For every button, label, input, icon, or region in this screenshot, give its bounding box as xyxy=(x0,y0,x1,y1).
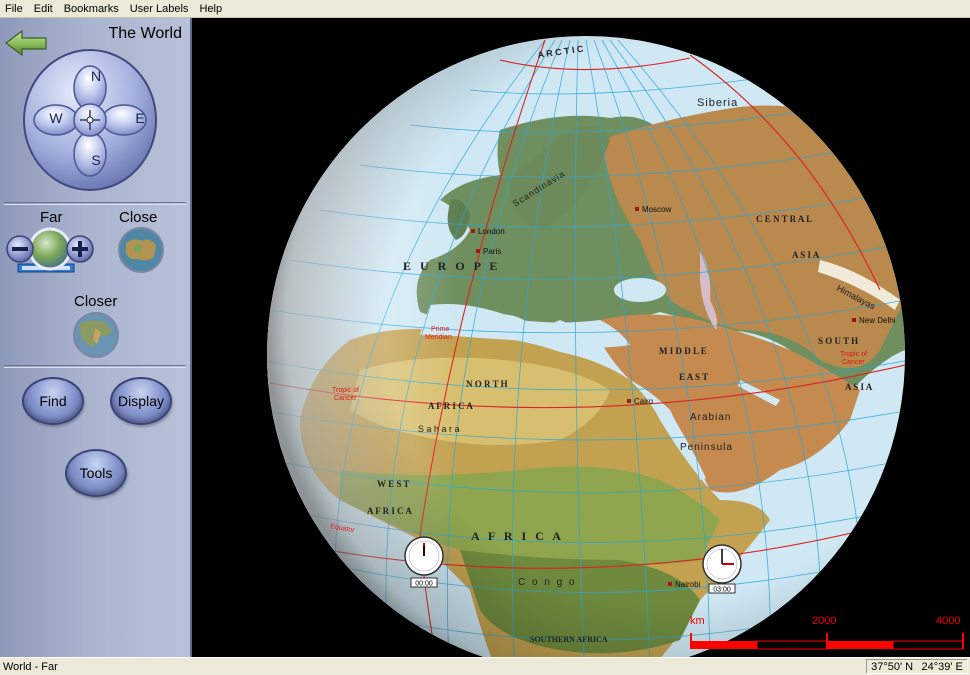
city-label-moscow: Moscow xyxy=(642,205,672,214)
region-label-east: E A S T xyxy=(679,372,708,382)
city-label-london: London xyxy=(478,227,505,236)
menu-help[interactable]: Help xyxy=(194,0,228,18)
compass-north-button[interactable]: N xyxy=(86,68,106,84)
region-label-north-africa: A F R I C A xyxy=(428,401,473,411)
city-label-paris: Paris xyxy=(483,247,501,256)
zoom-far-label: Far xyxy=(40,209,63,226)
status-bar: World - Far 37°50' N 24°39' E xyxy=(0,657,970,675)
compass-south-button[interactable]: S xyxy=(86,152,106,168)
map-thumbnail-icon xyxy=(75,314,117,356)
status-coordinates: 37°50' N 24°39' E xyxy=(866,659,968,674)
region-label-peninsula: Peninsula xyxy=(680,442,733,453)
region-label-southern-africa: SOUTHERN AFRICA xyxy=(530,635,608,644)
label-prime-meridian-1: Prime xyxy=(431,326,449,333)
find-button[interactable]: Find xyxy=(22,377,84,425)
sidebar: The World N S W E Far Close Closer Find … xyxy=(0,18,192,657)
region-label-south: S O U T H xyxy=(818,336,858,346)
clock-right[interactable]: 03:00 xyxy=(702,544,742,594)
clock-left[interactable]: 00:00 xyxy=(404,536,444,588)
label-prime-meridian-2: Meridian xyxy=(425,334,452,341)
region-label-asia: A S I A xyxy=(792,250,820,260)
zoom-slider[interactable] xyxy=(4,227,100,277)
tools-button[interactable]: Tools xyxy=(65,449,127,497)
city-marker[interactable] xyxy=(627,399,631,403)
city-marker[interactable] xyxy=(852,318,856,322)
scale-ruler-icon xyxy=(690,633,964,650)
region-label-africa: A F R I C A xyxy=(471,529,564,543)
region-label-west-africa: A F R I C A xyxy=(367,506,412,516)
zoom-close-label: Close xyxy=(119,209,158,226)
region-label-arabian: Arabian xyxy=(690,412,731,423)
zoom-closer-button[interactable] xyxy=(73,312,119,358)
clock-right-time: 03:00 xyxy=(713,587,731,594)
city-label-cairo: Cairo xyxy=(634,397,654,406)
menu-user-labels[interactable]: User Labels xyxy=(125,0,195,18)
compass-west-button[interactable]: W xyxy=(46,110,66,126)
globe-thumbnail-icon xyxy=(120,229,162,271)
label-tropic-right-2: Cancer xyxy=(842,359,865,366)
menu-bar: File Edit Bookmarks User Labels Help xyxy=(0,0,970,18)
region-label-sahara: S a h a r a xyxy=(418,424,460,434)
menu-bookmarks[interactable]: Bookmarks xyxy=(59,0,125,18)
region-label-siberia: Siberia xyxy=(697,97,738,109)
region-label-north: N O R T H xyxy=(466,379,508,389)
status-view: World - Far xyxy=(3,661,58,673)
display-button[interactable]: Display xyxy=(110,377,172,425)
globe-map[interactable]: A R C T I C Siberia Scandinavia E U R O … xyxy=(194,18,970,657)
region-label-central: C E N T R A L xyxy=(756,214,812,224)
city-label-new-delhi: New Delhi xyxy=(859,316,896,325)
compass-control[interactable]: N S W E xyxy=(22,44,158,194)
menu-file[interactable]: File xyxy=(0,0,29,18)
city-marker[interactable] xyxy=(471,229,475,233)
region-label-middle: M I D D L E xyxy=(659,346,707,356)
zoom-close-button[interactable] xyxy=(118,227,164,273)
globe-view[interactable]: A R C T I C Siberia Scandinavia E U R O … xyxy=(194,18,970,657)
clock-left-time: 00:00 xyxy=(415,581,433,588)
label-tropic-left-1: Tropic of xyxy=(332,387,359,394)
menu-edit[interactable]: Edit xyxy=(29,0,59,18)
label-tropic-left-2: Cancer xyxy=(334,395,357,402)
divider xyxy=(4,365,186,368)
status-latitude: 37°50' N xyxy=(871,660,914,673)
status-longitude: 24°39' E xyxy=(921,660,963,673)
scale-bar: km 2000 4000 xyxy=(690,615,970,655)
divider xyxy=(4,202,186,205)
zoom-slider-icon xyxy=(6,227,94,273)
compass-east-button[interactable]: E xyxy=(130,110,150,126)
view-title: The World xyxy=(108,25,182,42)
region-label-europe: E U R O P E xyxy=(403,259,500,273)
label-tropic-right-1: Tropic of xyxy=(840,351,867,358)
city-marker[interactable] xyxy=(635,207,639,211)
region-label-congo: C o n g o xyxy=(518,577,577,588)
zoom-closer-label: Closer xyxy=(74,293,118,310)
city-label-nairobi: Nairobi xyxy=(675,580,701,589)
city-marker[interactable] xyxy=(668,582,672,586)
region-label-south-asia: A S I A xyxy=(845,382,873,392)
city-marker[interactable] xyxy=(476,249,480,253)
region-label-west: W E S T xyxy=(377,479,409,489)
